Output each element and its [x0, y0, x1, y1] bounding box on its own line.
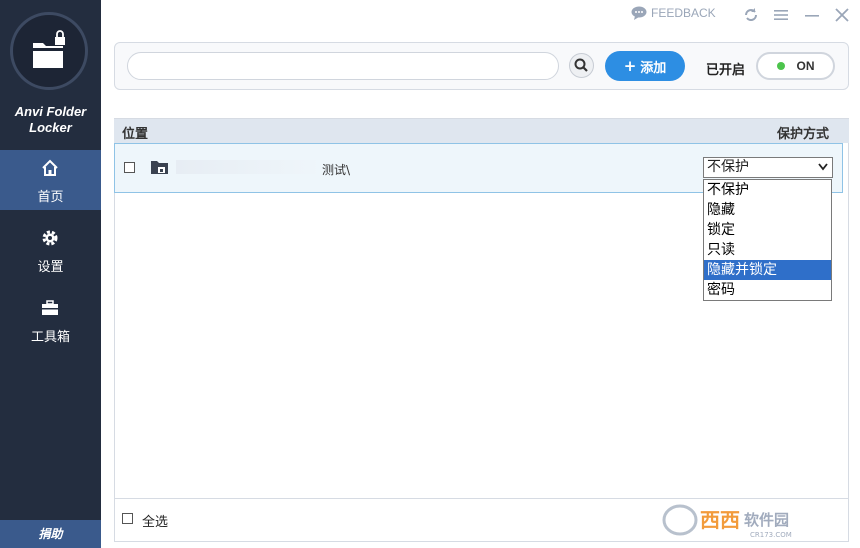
gear-icon	[42, 230, 58, 246]
protection-status-label: 已开启	[706, 63, 746, 78]
minimize-icon[interactable]	[804, 7, 820, 23]
row-checkbox[interactable]	[124, 162, 135, 173]
watermark-logo: 西西 软件园 CR173.COM	[660, 500, 840, 540]
sidebar-item-label: 首页	[37, 190, 64, 205]
sidebar-item-toolbox[interactable]: 工具箱	[0, 290, 101, 350]
select-all-checkbox[interactable]	[122, 513, 133, 524]
sidebar-item-home[interactable]: 首页	[0, 150, 101, 210]
close-icon[interactable]	[834, 7, 850, 23]
add-button[interactable]: + 添加	[605, 51, 685, 81]
protection-toggle[interactable]: ON	[756, 52, 835, 80]
dropdown-option-lock[interactable]: 锁定	[704, 220, 831, 240]
home-icon	[42, 159, 58, 176]
svg-text:西西: 西西	[700, 508, 740, 532]
add-button-label: 添加	[640, 60, 667, 76]
folder-lock-icon	[33, 30, 65, 68]
sidebar-item-label: 工具箱	[30, 330, 70, 345]
list-header: 位置 保护方式	[114, 119, 849, 143]
app-logo	[10, 12, 88, 90]
sidebar: Anvi Folder Locker 首页 设置 工具箱 捐助	[0, 0, 101, 548]
dropdown-option-readonly[interactable]: 只读	[704, 240, 831, 260]
dropdown-option-password[interactable]: 密码	[704, 280, 831, 300]
select-all-label[interactable]: 全选	[142, 511, 168, 530]
chat-bubble-icon	[631, 6, 647, 20]
svg-text:软件园: 软件园	[744, 511, 789, 529]
search-button[interactable]	[569, 53, 594, 78]
protection-select[interactable]: 不保护	[703, 157, 833, 178]
select-value: 不保护	[707, 159, 749, 175]
app-brand: Anvi Folder Locker	[14, 104, 87, 135]
plus-icon: +	[623, 56, 637, 75]
chevron-down-icon	[818, 163, 828, 171]
row-path: 测试\	[322, 163, 351, 177]
search-input[interactable]	[127, 52, 559, 80]
feedback-link[interactable]: FEEDBACK	[631, 6, 716, 20]
svg-text:CR173.COM: CR173.COM	[750, 531, 792, 539]
donate-button[interactable]: 捐助	[0, 520, 101, 548]
dropdown-option-none[interactable]: 不保护	[704, 180, 831, 200]
column-location: 位置	[122, 127, 149, 142]
locked-folder-icon	[151, 161, 168, 174]
toolbox-icon	[42, 300, 58, 315]
status-dot	[776, 62, 785, 70]
protection-dropdown: 不保护 隐藏 锁定 只读 隐藏并锁定 密码	[703, 179, 832, 301]
dropdown-option-hide[interactable]: 隐藏	[704, 200, 831, 220]
blurred-path	[176, 160, 316, 174]
dropdown-option-hide-and-lock[interactable]: 隐藏并锁定	[704, 260, 831, 280]
search-icon	[574, 58, 588, 72]
sidebar-item-settings[interactable]: 设置	[0, 220, 101, 280]
sidebar-item-label: 设置	[37, 260, 64, 275]
menu-icon[interactable]	[773, 7, 789, 23]
feedback-label: FEEDBACK	[651, 6, 716, 20]
refresh-icon[interactable]	[743, 7, 759, 23]
column-protection: 保护方式	[776, 127, 829, 142]
toggle-label: ON	[796, 59, 815, 73]
